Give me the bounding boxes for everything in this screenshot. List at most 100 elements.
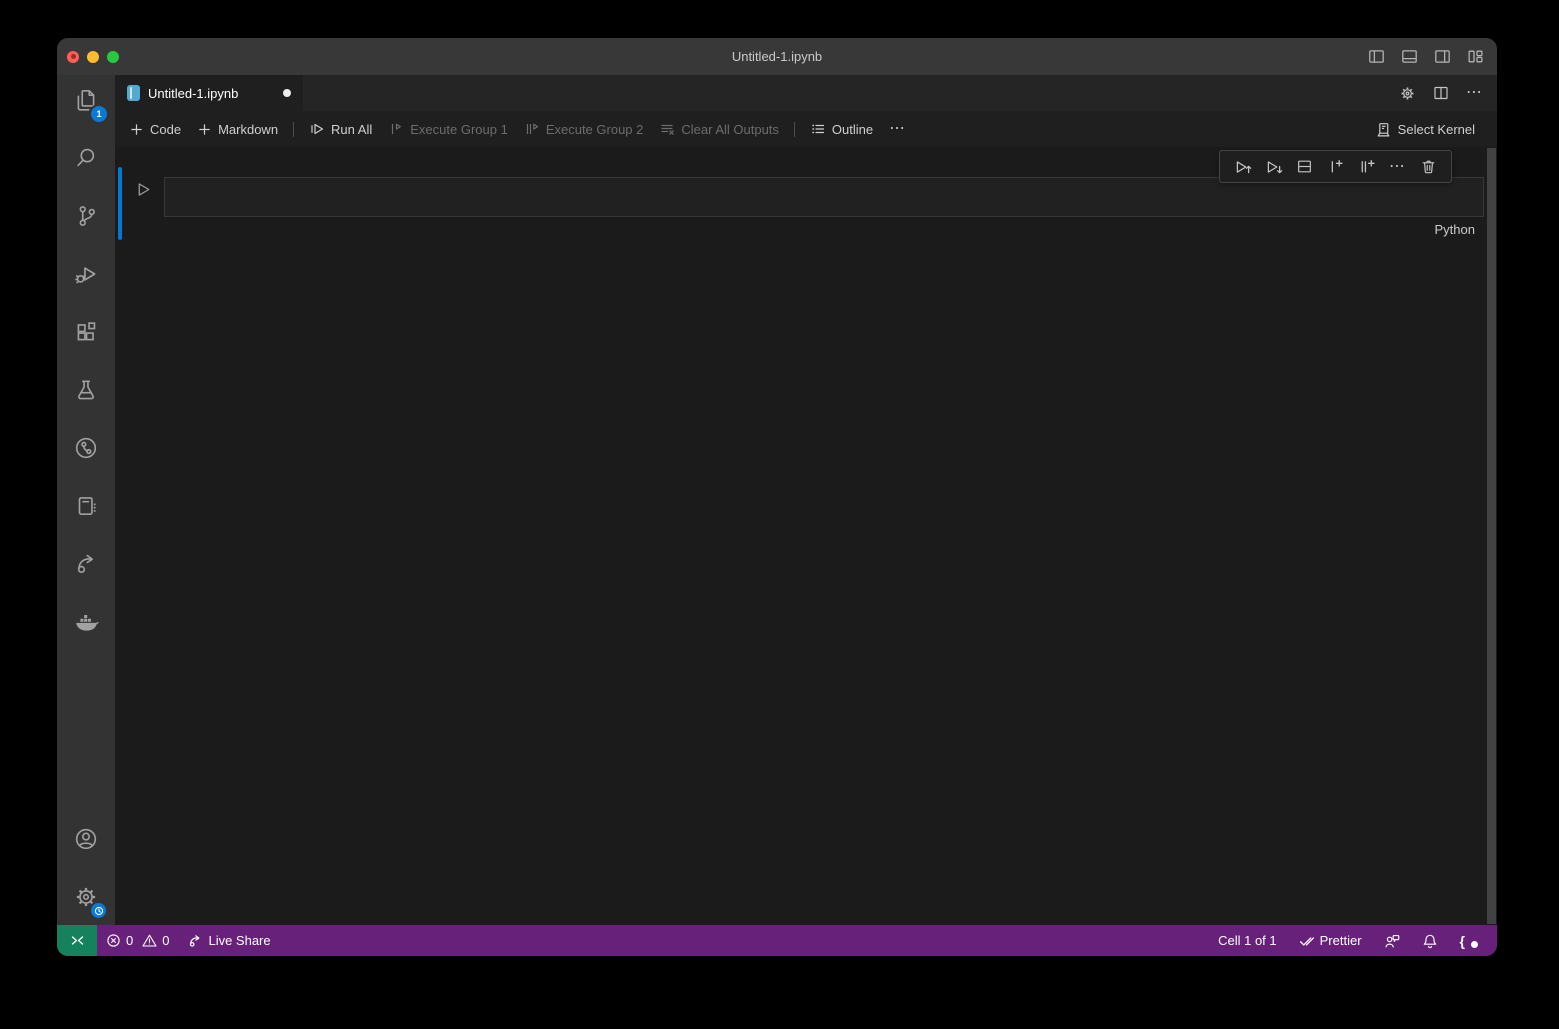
main-area: 1 bbox=[57, 75, 1497, 925]
warning-count: 0 bbox=[162, 933, 169, 948]
problems-indicator[interactable]: 0 0 bbox=[97, 925, 178, 956]
add-markdown-cell-button[interactable]: Markdown bbox=[189, 116, 286, 142]
account-button[interactable] bbox=[63, 817, 109, 861]
tab-untitled-notebook[interactable]: Untitled-1.ipynb bbox=[115, 75, 303, 111]
search-icon bbox=[73, 145, 99, 171]
extensions-icon bbox=[73, 319, 99, 345]
outline-button[interactable]: Outline bbox=[802, 116, 881, 142]
toggle-sidebar-icon[interactable] bbox=[1368, 48, 1385, 65]
notifications-button[interactable] bbox=[1413, 933, 1447, 949]
sidebar-item-extensions[interactable] bbox=[63, 310, 109, 354]
error-count: 0 bbox=[126, 933, 133, 948]
execute-above-cells-icon[interactable] bbox=[1227, 153, 1258, 181]
cell-position-indicator[interactable]: Cell 1 of 1 bbox=[1209, 933, 1286, 948]
kernel-icon bbox=[1375, 121, 1392, 138]
sidebar-item-source-control[interactable] bbox=[63, 194, 109, 238]
error-icon bbox=[106, 933, 121, 948]
cell-language-picker[interactable]: Python bbox=[1435, 222, 1475, 237]
bracket-status-button[interactable]: { bbox=[1451, 933, 1487, 949]
add-to-execute-group-1-icon[interactable] bbox=[1320, 153, 1351, 181]
run-and-debug-icon bbox=[73, 261, 99, 287]
cell-more-actions-icon[interactable]: ⋯ bbox=[1382, 153, 1413, 181]
formatter-status[interactable]: Prettier bbox=[1290, 933, 1371, 949]
activity-bar-bottom bbox=[63, 817, 109, 925]
sidebar-item-run-debug[interactable] bbox=[63, 252, 109, 296]
notebook-icon bbox=[73, 493, 99, 519]
explorer-badge: 1 bbox=[91, 106, 107, 122]
more-actions-icon: ⋯ bbox=[889, 121, 906, 137]
clear-all-outputs-button[interactable]: Clear All Outputs bbox=[651, 116, 787, 142]
sidebar-item-testing[interactable] bbox=[63, 368, 109, 412]
add-code-cell-button[interactable]: Code bbox=[121, 116, 189, 142]
traffic-lights bbox=[57, 51, 119, 63]
run-all-icon bbox=[309, 121, 325, 137]
sidebar-item-notebook[interactable] bbox=[63, 484, 109, 528]
more-actions-icon[interactable]: ⋯ bbox=[1466, 85, 1483, 101]
bracket-dot bbox=[1471, 941, 1478, 948]
docker-icon bbox=[72, 608, 100, 636]
sidebar-item-git-graph[interactable] bbox=[63, 426, 109, 470]
split-cell-icon[interactable] bbox=[1289, 153, 1320, 181]
execute-group-2-button[interactable]: Execute Group 2 bbox=[516, 116, 652, 142]
tab-bar: Untitled-1.ipynb ⋯ bbox=[115, 75, 1497, 111]
plus-icon bbox=[197, 122, 212, 137]
settings-button[interactable] bbox=[63, 875, 109, 919]
execute-group-1-button[interactable]: Execute Group 1 bbox=[380, 116, 516, 142]
cell-code-editor[interactable] bbox=[164, 177, 1484, 217]
settings-update-badge-clock-icon bbox=[91, 903, 106, 918]
close-window-button[interactable] bbox=[67, 51, 79, 63]
notebook-settings-gear-icon[interactable] bbox=[1399, 85, 1416, 102]
run-all-button[interactable]: Run All bbox=[301, 116, 380, 142]
sidebar-item-live-share[interactable] bbox=[63, 542, 109, 586]
titlebar: Untitled-1.ipynb bbox=[57, 38, 1497, 75]
window-title: Untitled-1.ipynb bbox=[57, 49, 1497, 64]
split-editor-icon[interactable] bbox=[1433, 85, 1449, 101]
fullscreen-window-button[interactable] bbox=[107, 51, 119, 63]
notebook-file-icon bbox=[127, 85, 140, 101]
editor-area: Untitled-1.ipynb ⋯ bbox=[115, 75, 1497, 925]
notebook-body[interactable]: ⋯ Python bbox=[115, 147, 1497, 925]
warning-icon bbox=[142, 933, 157, 948]
delete-cell-icon[interactable] bbox=[1413, 153, 1444, 181]
live-share-icon bbox=[73, 551, 99, 577]
account-icon bbox=[73, 826, 99, 852]
add-to-execute-group-2-icon[interactable] bbox=[1351, 153, 1382, 181]
remote-icon bbox=[70, 933, 85, 948]
sidebar-item-explorer[interactable]: 1 bbox=[63, 78, 109, 122]
list-icon bbox=[810, 121, 826, 137]
execute-group-1-icon bbox=[388, 121, 404, 137]
sidebar-item-search[interactable] bbox=[63, 136, 109, 180]
vscode-window: Untitled-1.ipynb 1 bbox=[57, 38, 1497, 956]
execute-group-2-icon bbox=[524, 121, 540, 137]
check-all-icon bbox=[1299, 933, 1315, 949]
toggle-secondary-sidebar-icon[interactable] bbox=[1434, 48, 1451, 65]
feedback-button[interactable] bbox=[1375, 933, 1409, 949]
bracket-icon: { bbox=[1460, 933, 1465, 949]
scrollbar[interactable] bbox=[1487, 148, 1496, 924]
toggle-panel-icon[interactable] bbox=[1401, 48, 1418, 65]
source-control-icon bbox=[73, 203, 99, 229]
clear-outputs-icon bbox=[659, 121, 675, 137]
select-kernel-button[interactable]: Select Kernel bbox=[1367, 116, 1483, 142]
activity-bar: 1 bbox=[57, 75, 115, 925]
beaker-icon bbox=[73, 377, 99, 403]
live-share-status[interactable]: Live Share bbox=[178, 925, 279, 956]
git-graph-icon bbox=[73, 435, 99, 461]
tab-label: Untitled-1.ipynb bbox=[148, 86, 238, 101]
status-bar-right: Cell 1 of 1 Prettier { bbox=[1209, 933, 1497, 949]
customize-layout-icon[interactable] bbox=[1467, 48, 1484, 65]
plus-icon bbox=[129, 122, 144, 137]
modified-dot-icon[interactable] bbox=[283, 89, 291, 97]
toolbar-divider bbox=[794, 122, 795, 137]
status-bar: 0 0 Live Share Cell 1 of 1 Prettier bbox=[57, 925, 1497, 956]
run-cell-icon[interactable] bbox=[135, 181, 152, 198]
layout-controls bbox=[1368, 48, 1497, 65]
kernel-area: Select Kernel bbox=[1367, 116, 1491, 142]
toolbar-more-actions[interactable]: ⋯ bbox=[881, 116, 914, 142]
execute-cell-and-below-icon[interactable] bbox=[1258, 153, 1289, 181]
bell-icon bbox=[1422, 933, 1438, 949]
sidebar-item-docker[interactable] bbox=[63, 600, 109, 644]
feedback-icon bbox=[1384, 933, 1400, 949]
minimize-window-button[interactable] bbox=[87, 51, 99, 63]
remote-indicator[interactable] bbox=[57, 925, 97, 956]
